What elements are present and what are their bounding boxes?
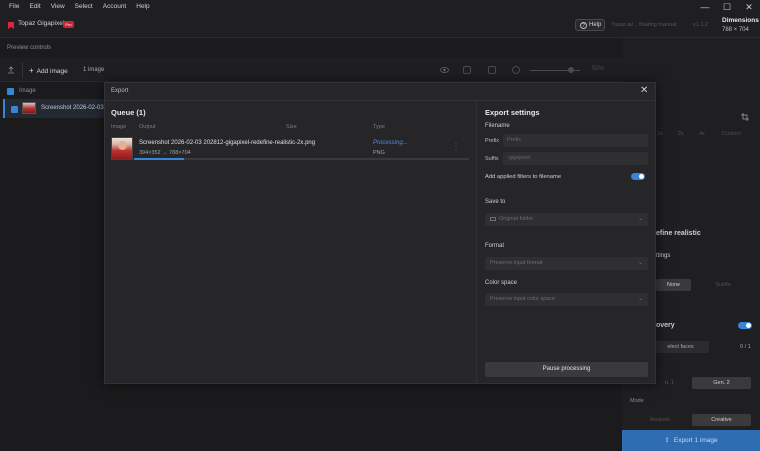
add-filters-label: Add applied filters to filename: [485, 174, 562, 180]
queue-title: Queue (1): [111, 108, 146, 117]
realistic-button[interactable]: Realistic: [630, 414, 691, 426]
pause-processing-button[interactable]: Pause processing: [485, 362, 648, 377]
color-space-value: Preserve input color space: [490, 296, 556, 302]
progress-bar: [134, 158, 185, 160]
color-space-select[interactable]: Preserve input color space ⌄: [485, 293, 648, 306]
queue-item-status: Processing...: [373, 140, 408, 146]
format-select[interactable]: Preserve input format ⌄: [485, 257, 648, 270]
image-count: 1 image: [83, 67, 105, 73]
chevron-down-icon: ⌄: [637, 260, 643, 266]
format-label: Format: [485, 243, 505, 249]
dimensions-label: Dimensions: [722, 17, 759, 24]
face-recovery-toggle[interactable]: [738, 322, 752, 329]
select-all-checkbox[interactable]: [7, 88, 14, 95]
suffix-input[interactable]: -gigapixel: [503, 152, 648, 165]
format-value: Preserve input format: [490, 260, 543, 266]
menu-account[interactable]: Account: [98, 0, 132, 14]
add-image-label: Add image: [36, 68, 68, 75]
add-image-button[interactable]: + Add image: [29, 66, 68, 75]
title-bar: File Edit View Select Account Help: [0, 0, 760, 14]
face-recovery-label: overy: [656, 322, 675, 329]
queue-item-output-name: Screenshot 2026-02-03 202812-gigapixel-r…: [139, 140, 316, 146]
dialog-divider: [104, 100, 656, 101]
save-to-select[interactable]: Original folder ⌄: [485, 213, 648, 226]
question-icon: ?: [580, 22, 587, 29]
chevron-down-icon: ⌄: [637, 216, 643, 222]
preview-controls-label: Preview controls: [7, 45, 52, 51]
close-icon[interactable]: ✕: [640, 85, 648, 96]
eye-icon[interactable]: [440, 66, 449, 74]
column-header-size: Size: [286, 124, 297, 130]
toolbar-divider: [22, 62, 23, 78]
row-checkbox[interactable]: [11, 106, 18, 113]
add-filters-toggle[interactable]: [631, 173, 645, 180]
scale-tab-2x[interactable]: 2x: [678, 131, 684, 137]
menu-select[interactable]: Select: [70, 0, 98, 14]
zoom-out-icon[interactable]: [512, 66, 520, 74]
pro-badge: Pro: [63, 21, 74, 28]
row-filename: Screenshot 2026-02-03: [41, 105, 104, 111]
folder-icon: [490, 216, 496, 221]
gen2-button[interactable]: Gen. 2: [692, 377, 751, 389]
prefix-label: Prefix: [485, 138, 500, 144]
select-faces-button[interactable]: elect faces: [652, 341, 709, 353]
faces-count: 0 / 1: [740, 344, 751, 350]
column-header-output: Output: [139, 124, 156, 130]
queue-item-type: PNG: [373, 150, 385, 156]
dimensions-value: 788 × 704: [722, 27, 749, 33]
none-button[interactable]: None: [656, 279, 691, 291]
maximize-button[interactable]: ☐: [716, 0, 738, 14]
creative-button[interactable]: Creative: [692, 414, 751, 426]
menu-help[interactable]: Help: [131, 0, 154, 14]
upload-icon[interactable]: [7, 66, 15, 74]
crop-icon[interactable]: [741, 113, 749, 121]
menu-edit[interactable]: Edit: [24, 0, 45, 14]
save-to-value: Original folder: [499, 216, 534, 222]
export-button-label: Export 1 image: [673, 437, 718, 444]
version-label: v1.1.2: [693, 22, 708, 28]
zoom-slider-handle[interactable]: [568, 67, 574, 73]
menu-file[interactable]: File: [4, 0, 24, 14]
settings-label: ttings: [656, 253, 671, 259]
save-to-label: Save to: [485, 199, 506, 205]
filename-label: Filename: [485, 123, 510, 129]
chevron-down-icon: ⌄: [637, 296, 643, 302]
close-window-button[interactable]: ✕: [738, 0, 760, 14]
scale-tab-custom[interactable]: Custom: [722, 131, 741, 137]
color-space-label: Color space: [485, 280, 518, 286]
prefix-input[interactable]: Prefix: [503, 134, 648, 147]
menu-bar: File Edit View Select Account Help: [4, 0, 155, 14]
mode-label: Mode: [630, 398, 644, 404]
column-header-type: Type: [373, 124, 385, 130]
queue-item-dimensions: 394×352 → 788×704: [139, 150, 191, 156]
row-thumbnail: [22, 102, 36, 114]
manual-link[interactable]: Topaz.ai/... floating manual: [611, 22, 676, 28]
model-title: efine realistic: [656, 230, 701, 237]
help-button[interactable]: ? Help: [575, 19, 605, 31]
list-header-label: Image: [19, 88, 36, 94]
minimize-button[interactable]: —: [694, 0, 716, 14]
export-icon: ⇪: [664, 437, 670, 444]
dialog-column-divider: [476, 101, 477, 384]
dialog-title: Export: [111, 88, 129, 94]
scale-tab-1x[interactable]: 1x: [657, 131, 663, 137]
suffix-label: Suffix: [485, 156, 499, 162]
plus-icon: +: [29, 66, 34, 75]
zoom-value: 50%: [592, 66, 605, 72]
export-button[interactable]: ⇪ Export 1 image: [622, 430, 760, 451]
help-label: Help: [589, 22, 602, 28]
scale-tab-4x[interactable]: 4x: [699, 131, 705, 137]
export-settings-title: Export settings: [485, 108, 540, 117]
compare-icon[interactable]: [463, 66, 471, 74]
gen1-button[interactable]: n. 1: [652, 377, 687, 389]
more-options-icon[interactable]: · · ·: [455, 141, 457, 153]
progress-track: [134, 158, 469, 160]
column-header-image: Image: [111, 124, 127, 130]
menu-view[interactable]: View: [46, 0, 70, 14]
queue-item-thumbnail: [111, 137, 133, 160]
app-name: Topaz Gigapixel: [18, 20, 65, 27]
subtle-button[interactable]: Subtle: [693, 279, 753, 291]
split-view-icon[interactable]: [488, 66, 496, 74]
